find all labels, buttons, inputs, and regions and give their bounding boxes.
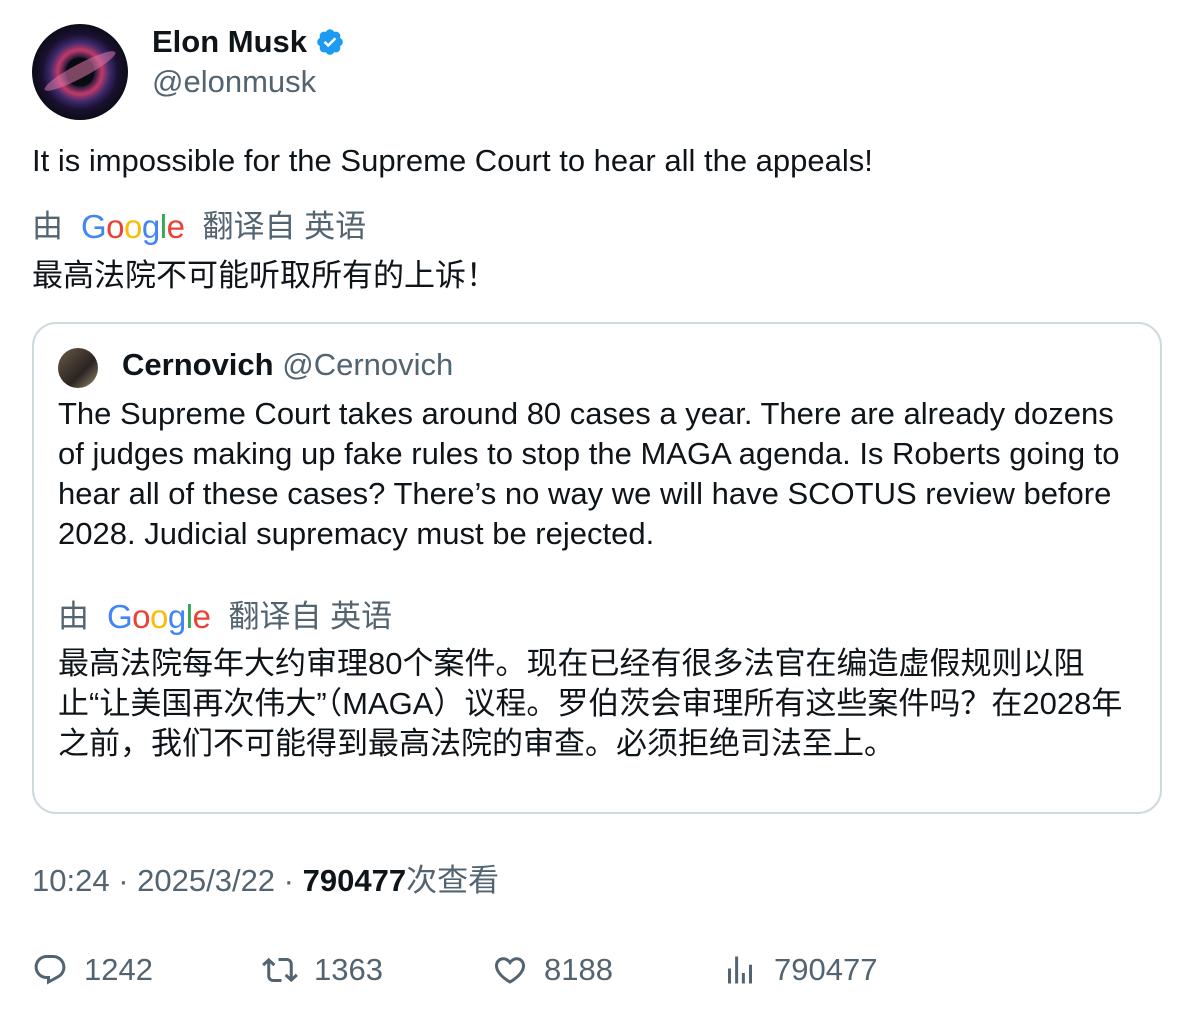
- quote-author-name[interactable]: Cernovich: [122, 347, 274, 382]
- action-bar: 1242 1363 8188 790477: [32, 948, 952, 992]
- repost-button[interactable]: 1363: [262, 952, 492, 988]
- view-count: 790477: [302, 863, 407, 898]
- quote-author-avatar[interactable]: [58, 348, 98, 388]
- repost-count: 1363: [314, 952, 383, 987]
- reply-icon: [34, 955, 66, 985]
- views-button[interactable]: 790477: [722, 952, 952, 988]
- views-count: 790477: [774, 952, 878, 987]
- quoted-tweet[interactable]: Cernovich @Cernovich The Supreme Court t…: [32, 322, 1162, 814]
- reply-button[interactable]: 1242: [32, 952, 262, 988]
- view-count-label: 次查看: [406, 863, 500, 898]
- author-avatar[interactable]: [32, 24, 128, 120]
- like-count: 8188: [544, 952, 613, 987]
- quote-header[interactable]: Cernovich @Cernovich: [122, 344, 453, 386]
- quote-author-handle[interactable]: @Cernovich: [282, 347, 453, 382]
- like-button[interactable]: 8188: [492, 952, 722, 988]
- translation-prefix: 由: [32, 209, 63, 244]
- translation-suffix: 翻译自 英语: [202, 209, 367, 244]
- google-logo-icon: Google: [81, 208, 185, 245]
- heart-icon: [494, 957, 526, 984]
- quote-translation-prefix: 由: [58, 599, 89, 634]
- google-logo-icon: Google: [107, 598, 211, 635]
- quote-text: The Supreme Court takes around 80 cases …: [58, 396, 1120, 551]
- verified-badge-icon: [317, 29, 343, 55]
- tweet-time[interactable]: 10:24: [32, 863, 110, 898]
- quote-translation-attribution: 由 Google 翻译自 英语: [58, 596, 392, 638]
- tweet-text: It is impossible for the Supreme Court t…: [32, 143, 873, 178]
- author-name[interactable]: Elon Musk: [152, 22, 307, 62]
- tweet-meta: 10:24 · 2025/3/22 · 790477次查看: [32, 863, 500, 898]
- repost-icon: [262, 957, 298, 983]
- author-name-row[interactable]: Elon Musk: [152, 22, 345, 62]
- translation-attribution: 由 Google 翻译自 英语: [32, 206, 366, 248]
- reply-count: 1242: [84, 952, 153, 987]
- author-handle[interactable]: @elonmusk: [152, 62, 316, 102]
- quote-translation-suffix: 翻译自 英语: [228, 599, 393, 634]
- quote-translated-text: 最高法院每年大约审理80个案件。现在已经有很多法官在编造虚假规则以阻止“让美国再…: [58, 646, 1123, 761]
- analytics-icon: [728, 956, 752, 984]
- translated-text: 最高法院不可能听取所有的上诉！: [32, 258, 497, 293]
- tweet-date[interactable]: 2025/3/22: [137, 863, 275, 898]
